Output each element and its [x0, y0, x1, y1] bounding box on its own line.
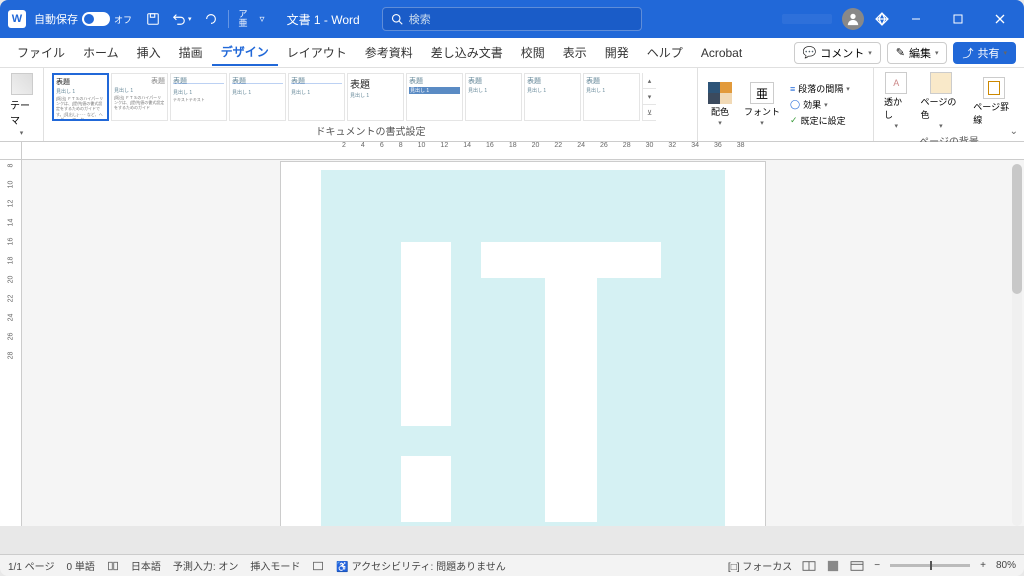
- undo-button[interactable]: ▾: [166, 8, 198, 30]
- themes-button[interactable]: テーマ ▾: [6, 71, 37, 139]
- fonts-button[interactable]: 亜 フォント▾: [740, 80, 784, 129]
- qab-overflow[interactable]: ▿: [254, 10, 271, 29]
- tab-file[interactable]: ファイル: [8, 40, 74, 65]
- gallery-more[interactable]: ⊻: [643, 105, 656, 121]
- book-icon[interactable]: [107, 560, 119, 572]
- status-insert[interactable]: 挿入モード: [250, 558, 300, 573]
- comments-button[interactable]: 💬 コメント ▾: [794, 42, 881, 64]
- page[interactable]: [280, 161, 766, 526]
- style-gallery[interactable]: 表題見出し 1[既出] ＦＴＳのハイパーリンクは、[提供]値の書式設定をするため…: [50, 70, 691, 121]
- maximize-button[interactable]: [942, 5, 974, 33]
- watermark-icon: A: [885, 72, 907, 94]
- edit-mode-button[interactable]: ✎ 編集 ▾: [887, 42, 948, 64]
- close-button[interactable]: [984, 5, 1016, 33]
- gallery-scroll: ▴ ▾ ⊻: [642, 73, 656, 121]
- account-avatar[interactable]: [842, 8, 864, 30]
- effects-button[interactable]: ◯効果 ▾: [788, 97, 852, 112]
- gallery-item[interactable]: 表題見出し 1テキストテキスト: [170, 73, 227, 121]
- gallery-item[interactable]: 表題見出し 1[既出] ＦＴＳのハイパーリンクは、[提供]値の書式設定をするため…: [52, 73, 109, 121]
- gallery-group-label: ドキュメントの書式設定: [50, 122, 691, 139]
- search-box[interactable]: 検索: [382, 7, 642, 31]
- horizontal-ruler[interactable]: 2468101214161820222426283032343638: [0, 142, 1024, 160]
- gallery-item[interactable]: 表題見出し 1: [524, 73, 581, 121]
- page-border-icon: [983, 77, 1005, 99]
- gallery-item[interactable]: 表題見出し 1: [288, 73, 345, 121]
- watermark-area: [321, 170, 725, 526]
- gallery-item[interactable]: 表題見出し 1: [229, 73, 286, 121]
- save-button[interactable]: [140, 8, 166, 30]
- tab-developer[interactable]: 開発: [596, 40, 638, 65]
- autosave-label: 自動保存: [34, 11, 78, 27]
- vertical-scrollbar[interactable]: [1012, 164, 1022, 526]
- doc-title: 文書 1 - Word: [287, 11, 360, 28]
- minimize-button[interactable]: [900, 5, 932, 33]
- status-language[interactable]: 日本語: [131, 558, 161, 573]
- scrollbar-thumb[interactable]: [1012, 164, 1022, 294]
- autosave-state: オフ: [114, 13, 132, 26]
- zoom-out-button[interactable]: −: [874, 560, 880, 571]
- page-color-icon: [930, 72, 952, 94]
- redo-button[interactable]: [198, 8, 224, 30]
- tab-view[interactable]: 表示: [554, 40, 596, 65]
- gallery-item[interactable]: 表題見出し 1: [465, 73, 522, 121]
- premium-icon[interactable]: [874, 11, 890, 27]
- statusbar: 1/1 ページ 0 単語 日本語 予測入力: オン 挿入モード ♿ アクセシビリ…: [0, 554, 1024, 576]
- web-layout-icon[interactable]: [850, 560, 864, 572]
- font-icon: 亜: [750, 82, 774, 104]
- colors-button[interactable]: 配色▾: [704, 80, 736, 129]
- gallery-down[interactable]: ▾: [643, 89, 656, 105]
- vertical-ruler[interactable]: 810121416182022242628: [0, 160, 22, 526]
- gallery-item[interactable]: 表題見出し 1: [406, 73, 463, 121]
- search-icon: [391, 13, 403, 25]
- page-color-button[interactable]: ページの色▾: [917, 70, 966, 132]
- tab-references[interactable]: 参考資料: [356, 40, 422, 65]
- color-swatch-icon: [708, 82, 732, 104]
- app-icon: W: [8, 10, 26, 28]
- tab-review[interactable]: 校閲: [512, 40, 554, 65]
- tab-acrobat[interactable]: Acrobat: [692, 42, 751, 64]
- tab-home[interactable]: ホーム: [74, 40, 128, 65]
- collapse-ribbon-button[interactable]: ⌄: [1010, 126, 1018, 137]
- titlebar: W 自動保存 オフ ▾ ア亜 ▿ 文書 1 - Word 検索: [0, 0, 1024, 38]
- share-button[interactable]: ⤴ 共有 ▾: [953, 42, 1016, 64]
- status-accessibility[interactable]: ♿ アクセシビリティ: 問題ありません: [336, 558, 505, 573]
- focus-mode-button[interactable]: [□] フォーカス: [728, 558, 792, 573]
- zoom-in-button[interactable]: +: [980, 560, 986, 571]
- theme-icon: [11, 73, 33, 95]
- tab-mailings[interactable]: 差し込み文書: [422, 40, 512, 65]
- account-name[interactable]: [782, 14, 832, 24]
- styles-quick[interactable]: ア亜: [233, 6, 254, 32]
- search-placeholder: 検索: [409, 11, 431, 27]
- macro-icon[interactable]: [312, 560, 324, 572]
- status-predict[interactable]: 予測入力: オン: [173, 558, 239, 573]
- watermark-button[interactable]: A 透かし▾: [880, 70, 913, 132]
- document-canvas[interactable]: [22, 160, 1024, 526]
- tab-help[interactable]: ヘルプ: [638, 40, 692, 65]
- print-layout-icon[interactable]: [826, 560, 840, 572]
- workspace: 810121416182022242628: [0, 160, 1024, 526]
- tab-insert[interactable]: 挿入: [128, 40, 170, 65]
- autosave-toggle[interactable]: 自動保存 オフ: [34, 11, 132, 27]
- set-default-button[interactable]: ✓既定に設定: [788, 113, 852, 128]
- page-border-button[interactable]: ページ罫線: [969, 75, 1018, 128]
- gallery-up[interactable]: ▴: [643, 73, 656, 89]
- ribbon: テーマ ▾ 表題見出し 1[既出] ＦＴＳのハイパーリンクは、[提供]値の書式設…: [0, 68, 1024, 142]
- status-page[interactable]: 1/1 ページ: [8, 558, 54, 573]
- tab-layout[interactable]: レイアウト: [278, 40, 356, 65]
- menubar: ファイル ホーム 挿入 描画 デザイン レイアウト 参考資料 差し込み文書 校閲…: [0, 38, 1024, 68]
- status-words[interactable]: 0 単語: [66, 558, 94, 573]
- paragraph-spacing-button[interactable]: ≡段落の間隔 ▾: [788, 81, 852, 96]
- tab-draw[interactable]: 描画: [170, 40, 212, 65]
- zoom-level[interactable]: 80%: [996, 560, 1016, 571]
- gallery-item[interactable]: 表題見出し 1: [347, 73, 404, 121]
- zoom-slider[interactable]: [890, 564, 970, 567]
- toggle-switch[interactable]: [82, 12, 110, 26]
- gallery-item[interactable]: 表題見出し 1[既出] ＦＴＳのハイパーリンクは、[提供]値の書式設定をするため…: [111, 73, 168, 121]
- read-mode-icon[interactable]: [802, 560, 816, 572]
- gallery-item[interactable]: 表題見出し 1: [583, 73, 640, 121]
- tab-design[interactable]: デザイン: [212, 39, 278, 66]
